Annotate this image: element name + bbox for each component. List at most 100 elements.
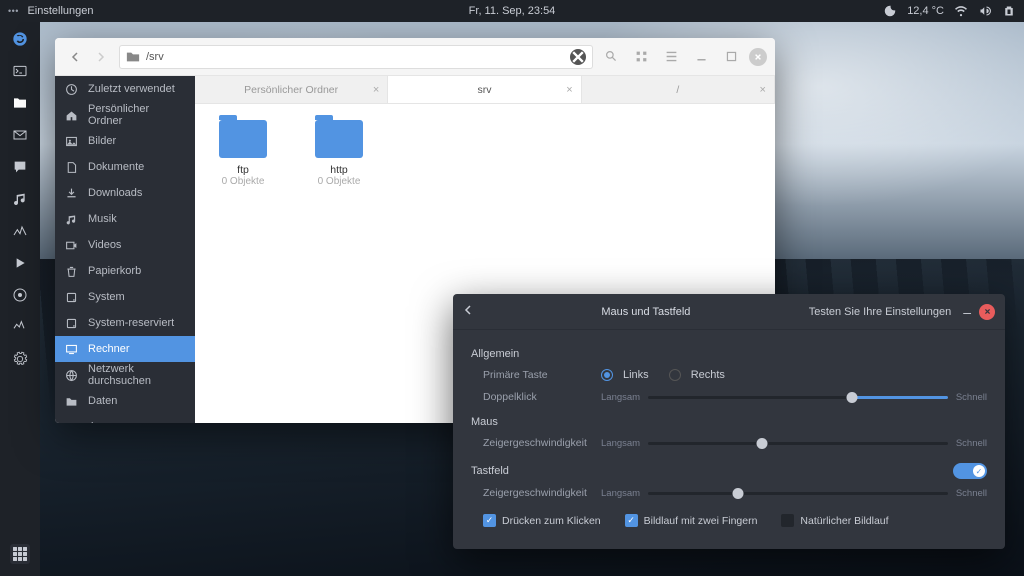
maximize-button[interactable]: [719, 45, 743, 69]
sidebar-item-dokumente[interactable]: Dokumente: [55, 154, 195, 180]
settings-back-button[interactable]: [463, 305, 483, 318]
image-icon: [65, 135, 78, 148]
computer-icon: [65, 343, 78, 356]
check-tap[interactable]: [483, 514, 496, 527]
folder-icon: [315, 120, 363, 158]
folder-http[interactable]: http0 Objekte: [307, 120, 371, 187]
path-bar[interactable]: /srv: [119, 45, 593, 69]
folder-ftp[interactable]: ftp0 Objekte: [211, 120, 275, 187]
dock-settings[interactable]: [11, 350, 29, 368]
fm-headerbar: /srv: [55, 38, 775, 76]
folder-icon: [65, 421, 78, 424]
check-natural[interactable]: [781, 514, 794, 527]
sidebar-item-daten[interactable]: Daten: [55, 388, 195, 414]
home-icon: [65, 109, 78, 122]
radio-left-label: Links: [623, 369, 649, 381]
dock-play[interactable]: [11, 254, 29, 272]
topbar-app-label[interactable]: Einstellungen: [27, 5, 93, 17]
dock-terminal[interactable]: [11, 62, 29, 80]
path-text: /srv: [146, 51, 564, 63]
minimize-button[interactable]: [689, 45, 713, 69]
tab-close[interactable]: ×: [566, 84, 572, 96]
dock-music[interactable]: [11, 190, 29, 208]
dock-files[interactable]: [11, 94, 29, 112]
label-touchpad-speed: Zeigergeschwindigkeit: [471, 487, 601, 499]
dock-apps-grid[interactable]: [10, 544, 30, 564]
slow-label: Langsam: [601, 392, 640, 403]
folder-icon: [65, 395, 78, 408]
topbar-temp[interactable]: 12,4 °C: [907, 5, 944, 17]
sidebar-item-.icons[interactable]: .icons: [55, 414, 195, 423]
search-button[interactable]: [599, 45, 623, 69]
activities-dots[interactable]: [8, 5, 17, 17]
settings-minimize[interactable]: –: [963, 304, 971, 320]
video-icon: [65, 239, 78, 252]
label-mouse-speed: Zeigergeschwindigkeit: [471, 437, 601, 449]
section-touchpad: Tastfeld: [471, 465, 509, 477]
dock-performance[interactable]: [11, 222, 29, 240]
doubleclick-slider[interactable]: [648, 396, 948, 399]
touchpad-toggle[interactable]: [953, 463, 987, 479]
fast-label: Schnell: [956, 392, 987, 403]
tab-close[interactable]: ×: [373, 84, 379, 96]
settings-close[interactable]: [979, 304, 995, 320]
fm-sidebar: Zuletzt verwendetPersönlicher OrdnerBild…: [55, 76, 195, 423]
tab-close[interactable]: ×: [760, 84, 766, 96]
label-primary: Primäre Taste: [471, 369, 601, 381]
grid-view-button[interactable]: [629, 45, 653, 69]
dock-browser[interactable]: [11, 286, 29, 304]
back-button[interactable]: [63, 45, 87, 69]
radio-right[interactable]: [669, 369, 681, 381]
network-icon: [65, 369, 78, 382]
radio-left[interactable]: [601, 369, 613, 381]
disk-icon: [65, 317, 78, 330]
settings-header: Maus und Tastfeld Testen Sie Ihre Einste…: [453, 294, 1005, 330]
dock-logo[interactable]: [11, 30, 29, 48]
sidebar-item-videos[interactable]: Videos: [55, 232, 195, 258]
dock-chat[interactable]: [11, 158, 29, 176]
section-mouse: Maus: [471, 416, 987, 428]
battery-icon[interactable]: [1002, 4, 1016, 18]
sidebar-item-persönlicher-ordner[interactable]: Persönlicher Ordner: [55, 102, 195, 128]
topbar-datetime[interactable]: Fr, 11. Sep, 23:54: [268, 5, 756, 17]
trash-icon: [65, 265, 78, 278]
touchpad-speed-slider[interactable]: [648, 492, 948, 495]
volume-icon[interactable]: [978, 4, 992, 18]
folder-icon: [126, 50, 140, 64]
fm-tabs: Persönlicher Ordner×srv×/×: [195, 76, 775, 104]
tab-0[interactable]: Persönlicher Ordner×: [195, 76, 388, 103]
close-button[interactable]: [749, 48, 767, 66]
tab-2[interactable]: /×: [582, 76, 775, 103]
dock-monitor[interactable]: [11, 318, 29, 336]
settings-window: Maus und Tastfeld Testen Sie Ihre Einste…: [453, 294, 1005, 549]
mouse-speed-slider[interactable]: [648, 442, 948, 445]
sidebar-item-zuletzt-verwendet[interactable]: Zuletzt verwendet: [55, 76, 195, 102]
check-twofinger[interactable]: [625, 514, 638, 527]
list-view-button[interactable]: [659, 45, 683, 69]
label-doubleclick: Doppelklick: [471, 391, 601, 403]
sidebar-item-system[interactable]: System: [55, 284, 195, 310]
sidebar-item-system-reserviert[interactable]: System-reserviert: [55, 310, 195, 336]
music-icon: [65, 213, 78, 226]
tab-1[interactable]: srv×: [388, 76, 581, 103]
settings-title: Maus und Tastfeld: [483, 306, 809, 318]
dock-mail[interactable]: [11, 126, 29, 144]
sidebar-item-papierkorb[interactable]: Papierkorb: [55, 258, 195, 284]
sidebar-item-musik[interactable]: Musik: [55, 206, 195, 232]
sidebar-item-downloads[interactable]: Downloads: [55, 180, 195, 206]
disk-icon: [65, 291, 78, 304]
night-icon: [883, 4, 897, 18]
wifi-icon[interactable]: [954, 4, 968, 18]
doc-icon: [65, 161, 78, 174]
test-settings-button[interactable]: Testen Sie Ihre Einstellungen: [809, 306, 951, 318]
forward-button[interactable]: [89, 45, 113, 69]
sidebar-item-netzwerk-durchsuchen[interactable]: Netzwerk durchsuchen: [55, 362, 195, 388]
dock: [0, 22, 40, 576]
sidebar-item-bilder[interactable]: Bilder: [55, 128, 195, 154]
section-general: Allgemein: [471, 348, 987, 360]
folder-icon: [219, 120, 267, 158]
sidebar-item-rechner[interactable]: Rechner: [55, 336, 195, 362]
clear-path-button[interactable]: [570, 49, 586, 65]
radio-right-label: Rechts: [691, 369, 725, 381]
clock-icon: [65, 83, 78, 96]
